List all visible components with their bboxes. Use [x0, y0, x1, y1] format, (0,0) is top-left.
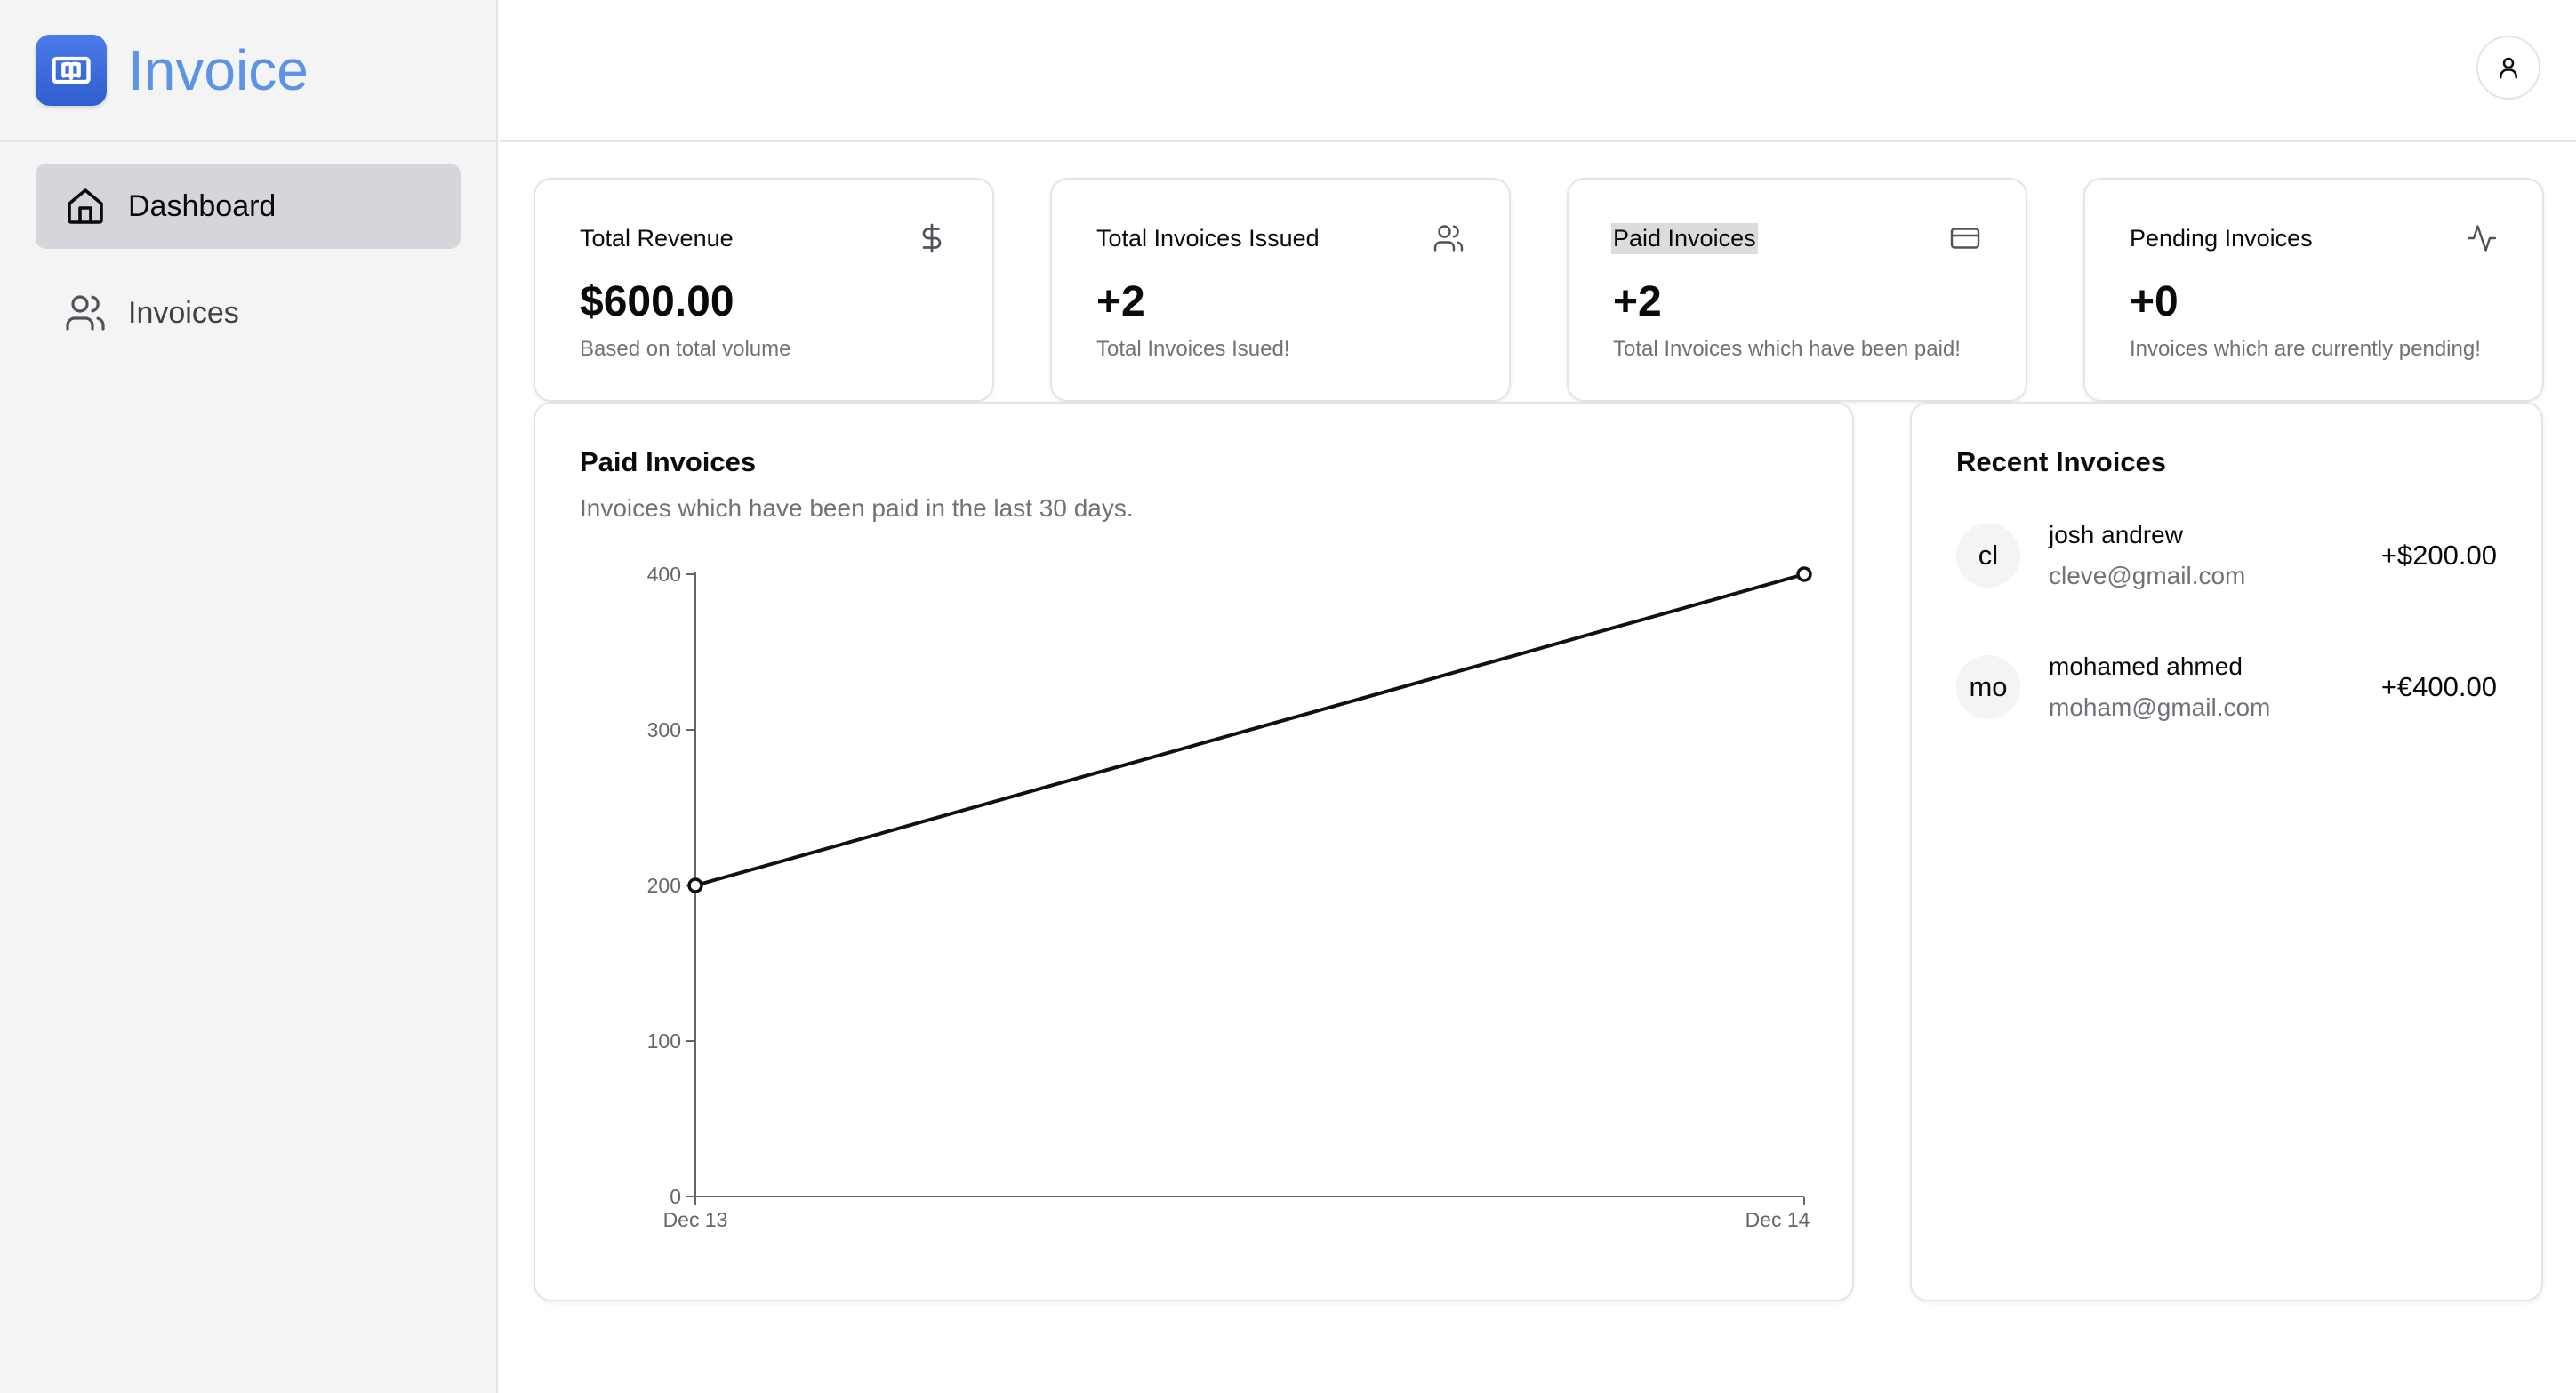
x-tick-label: Dec 13	[663, 1208, 728, 1231]
sidebar-item-label: Invoices	[128, 295, 239, 330]
invoice-amount: +€400.00	[2380, 671, 2497, 702]
user-icon	[2495, 54, 2522, 81]
top-bar	[500, 0, 2576, 142]
stat-card-total-invoices: Total Invoices Issued +2 Total Invoices …	[1050, 178, 1511, 402]
stat-value: $600.00	[580, 278, 734, 325]
y-tick-label: 300	[647, 718, 681, 741]
users-icon	[64, 292, 107, 334]
app-name: Invoice	[128, 38, 309, 102]
stat-subtitle: Based on total volume	[580, 337, 791, 361]
stat-value: +2	[1096, 278, 1145, 325]
invoice-amount: +$200.00	[2380, 540, 2497, 571]
y-tick-label: 200	[647, 874, 681, 897]
stat-subtitle: Total Invoices which have been paid!	[1613, 337, 1961, 361]
stat-card-pending-invoices: Pending Invoices +0 Invoices which are c…	[2083, 178, 2544, 402]
list-item[interactable]: mo mohamed ahmed moham@gmail.com +€400.0…	[1956, 652, 2497, 722]
brand[interactable]: Invoice	[0, 0, 496, 142]
recent-invoices-title: Recent Invoices	[1956, 446, 2167, 477]
paid-invoices-chart-card: Paid Invoices Invoices which have been p…	[534, 402, 1854, 1301]
home-icon	[64, 185, 107, 228]
stat-subtitle: Invoices which are currently pending!	[2130, 337, 2481, 361]
y-tick-label: 0	[670, 1185, 681, 1208]
stat-card-total-revenue: Total Revenue $600.00 Based on total vol…	[534, 178, 994, 402]
dollar-icon	[916, 222, 948, 254]
x-tick-label: Dec 14	[1745, 1208, 1810, 1231]
invoice-customer-name: mohamed ahmed	[2049, 652, 2243, 680]
sidebar-item-invoices[interactable]: Invoices	[36, 270, 461, 356]
stat-title: Total Revenue	[580, 224, 734, 252]
invoice-customer-email: moham@gmail.com	[2049, 693, 2271, 721]
activity-icon	[2466, 222, 2498, 254]
avatar: cl	[1956, 524, 2020, 588]
y-tick-label: 400	[647, 563, 681, 586]
stat-value: +2	[1613, 278, 1662, 325]
y-tick-label: 100	[647, 1029, 681, 1053]
stat-value: +0	[2130, 278, 2179, 325]
sidebar-nav: Dashboard Invoices	[0, 142, 496, 398]
invoice-customer-email: cleve@gmail.com	[2049, 562, 2246, 589]
profile-button[interactable]	[2476, 36, 2540, 100]
sidebar: Invoice Dashboard Invoices	[0, 0, 498, 1393]
list-item[interactable]: cl josh andrew cleve@gmail.com +$200.00	[1956, 521, 2497, 590]
data-point	[687, 877, 703, 893]
data-point	[1796, 566, 1812, 582]
paid-invoices-line-chart: 0 100 200 300 400 Dec 13 Dec 14	[647, 563, 1812, 1231]
credit-card-icon	[1949, 222, 1981, 254]
book-open-icon	[36, 35, 107, 106]
avatar: mo	[1956, 655, 2020, 719]
sidebar-item-label: Dashboard	[128, 188, 277, 223]
sidebar-item-dashboard[interactable]: Dashboard	[36, 164, 461, 249]
invoice-customer-name: josh andrew	[2049, 521, 2183, 548]
stat-title: Pending Invoices	[2130, 224, 2313, 252]
recent-invoices-card: Recent Invoices cl josh andrew cleve@gma…	[1910, 402, 2543, 1301]
users-icon	[1432, 222, 1465, 254]
stat-subtitle: Total Invoices Isued!	[1096, 337, 1290, 361]
stat-card-paid-invoices: Paid Invoices +2 Total Invoices which ha…	[1567, 178, 2027, 402]
series-line	[694, 572, 1805, 887]
stat-title: Total Invoices Issued	[1096, 224, 1320, 252]
stat-title: Paid Invoices	[1611, 222, 1758, 254]
